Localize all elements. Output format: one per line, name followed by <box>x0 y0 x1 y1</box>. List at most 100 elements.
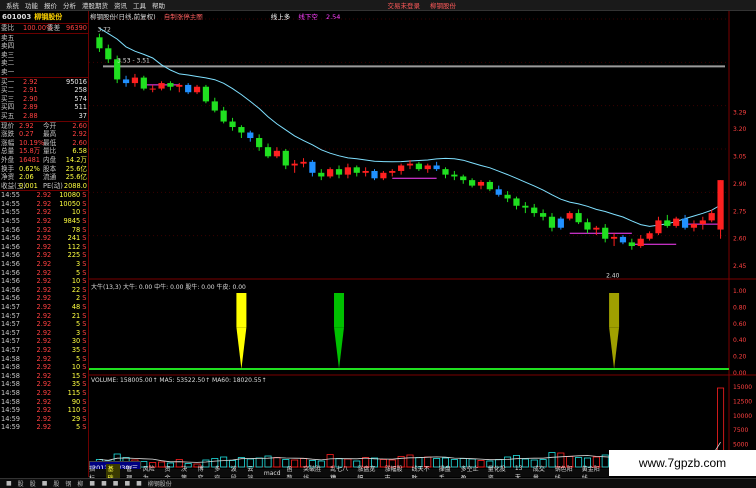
tick-row: 14:57 2.92 48 S <box>0 303 88 312</box>
tick-volume: 5 <box>76 423 81 432</box>
candle-body <box>140 77 147 89</box>
kline-chart[interactable]: 大牛(13,3) 大牛: 0.00 中牛: 0.00 股牛: 0.00 牛皮: … <box>89 11 756 469</box>
candle-body <box>229 121 236 128</box>
candle-body <box>442 169 449 175</box>
menu-analysis[interactable]: 分析 <box>63 0 76 10</box>
tick-time: 14:56 <box>1 225 21 234</box>
tick-row: 14:57 2.92 5 S <box>0 320 88 329</box>
tick-row: 14:58 2.92 90 S <box>0 398 88 407</box>
tick-price: 2.92 <box>36 242 52 251</box>
candle-body <box>202 86 210 102</box>
candle-body <box>619 236 627 243</box>
buy-book: 买一 2.92 95016 买二 2.91 258 买三 2.90 574 买四 2.89 511 买五… <box>0 76 88 121</box>
tick-volume: 225 <box>67 251 81 260</box>
order-ratio-row: 委比 100.00% 委差 96390 <box>0 23 88 33</box>
taskbar-item[interactable]: ■ <box>6 480 12 487</box>
tick-row: 14:55 2.92 9845 S <box>0 217 88 226</box>
stat-row: 涨跌 0.27 最高 2.92 <box>0 130 88 139</box>
candle-body <box>628 242 635 247</box>
tick-price: 2.92 <box>36 191 52 200</box>
candle-body <box>185 84 192 93</box>
tick-price: 2.92 <box>36 199 52 208</box>
tick-price: 2.92 <box>36 363 52 372</box>
buy-price: 2.90 <box>23 94 38 103</box>
indicator-axis-tick: 0.00 <box>733 370 747 377</box>
tick-volume: 5 <box>76 268 81 277</box>
taskbar-item[interactable]: ■ <box>42 480 48 487</box>
tick-direction: S <box>82 388 87 397</box>
tick-row: 14:58 2.92 10 S <box>0 363 88 372</box>
buy-label: 买二 <box>1 86 15 95</box>
taskbar-item[interactable]: ■ <box>101 480 107 487</box>
tick-volume: 110 <box>67 406 81 415</box>
tick-row: 14:56 2.92 5 S <box>0 269 88 278</box>
candle-body <box>513 198 520 206</box>
upper-band-line <box>99 27 721 227</box>
tick-row: 14:58 2.92 15 S <box>0 372 88 381</box>
candle-body <box>149 88 156 90</box>
site-watermark: www.7gpzb.com <box>609 450 756 476</box>
buy-price: 2.88 <box>23 111 38 120</box>
tick-time: 14:59 <box>1 406 21 415</box>
tick-time: 14:56 <box>1 242 21 251</box>
candle-body <box>398 165 405 171</box>
candle-body <box>211 101 218 111</box>
tick-direction: S <box>82 414 87 423</box>
tick-price: 2.92 <box>36 406 52 415</box>
candle-body <box>415 163 422 170</box>
tick-direction: S <box>82 363 87 372</box>
tick-row: 14:56 2.92 241 S <box>0 234 88 243</box>
candle-body <box>335 169 343 175</box>
candle-body <box>96 37 103 49</box>
menu-help[interactable]: 帮助 <box>152 0 165 10</box>
indicator-tab[interactable]: macd <box>264 470 281 477</box>
buy-row: 买一 2.92 95016 <box>0 78 88 87</box>
tick-direction: S <box>82 251 87 260</box>
tick-row: 14:55 2.92 10050 S <box>0 200 88 209</box>
menu-info[interactable]: 资讯 <box>114 0 127 10</box>
candle-body <box>122 79 130 84</box>
sell-book: 卖五 卖四 卖三 卖二 卖一 <box>0 32 88 77</box>
candle-body <box>602 227 609 239</box>
tick-row: 14:55 2.92 10 S <box>0 208 88 217</box>
candle-body <box>344 167 351 175</box>
menu-tools[interactable]: 工具 <box>133 0 146 10</box>
tick-direction: S <box>82 217 87 226</box>
stock-header: 601003 柳钢股份 <box>0 11 88 23</box>
tick-row: 14:59 2.92 110 S <box>0 406 88 415</box>
stat-row: 现价 2.92 今开 2.60 <box>0 122 88 131</box>
stat-value-2: 2.92 <box>72 130 87 139</box>
tick-time: 14:56 <box>1 285 21 294</box>
candle-body <box>353 167 360 173</box>
tick-price: 2.92 <box>36 388 52 397</box>
tick-price: 2.92 <box>36 423 52 432</box>
tick-list[interactable]: 14:55 2.92 10080 S 14:55 2.92 10050 S 14:55 2.92 1… <box>0 190 88 432</box>
menu-quote[interactable]: 报价 <box>44 0 57 10</box>
tick-direction: S <box>82 191 87 200</box>
tick-volume: 78 <box>71 225 81 234</box>
tick-row: 14:56 2.92 3 S <box>0 260 88 269</box>
tick-row: 14:58 2.92 115 S <box>0 389 88 398</box>
taskbar-item[interactable]: ■ <box>124 480 130 487</box>
menu-hk-futures[interactable]: 港股期货 <box>82 0 108 10</box>
menu-function[interactable]: 功能 <box>25 0 38 10</box>
indicator-label: 大牛(13,3) 大牛: 0.00 中牛: 0.00 股牛: 0.00 牛皮: … <box>91 283 246 291</box>
buy-volume: 574 <box>74 94 87 103</box>
tick-price: 2.92 <box>36 328 52 337</box>
trade-login-status[interactable]: 交易未登录 <box>388 0 421 10</box>
high-price-label: 3.72 <box>97 27 111 34</box>
candle-body <box>460 176 467 181</box>
taskbar-item[interactable]: ■ <box>89 480 95 487</box>
taskbar-item[interactable]: ■ <box>136 480 142 487</box>
tick-direction: S <box>82 354 87 363</box>
tick-direction: S <box>82 225 87 234</box>
tick-direction: S <box>82 294 87 303</box>
taskbar-item[interactable]: ■ <box>113 480 119 487</box>
stat-row: 总量 15.8万 量比 6.58 <box>0 147 88 156</box>
tick-time: 14:55 <box>1 208 21 217</box>
tick-volume: 10080 <box>59 191 81 200</box>
buy-volume: 511 <box>74 103 87 112</box>
menu-system[interactable]: 系统 <box>6 0 19 10</box>
candle-body <box>389 170 396 173</box>
candle-body <box>495 189 502 195</box>
